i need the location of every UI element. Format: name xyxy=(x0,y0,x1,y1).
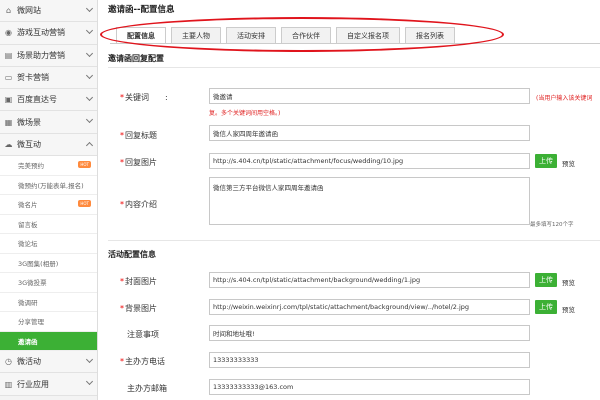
preview-link[interactable]: 预览 xyxy=(562,158,575,168)
section-divider xyxy=(108,240,600,241)
sidebar-item-label: 微网站 xyxy=(17,6,41,16)
tab-bar: 配置信息 主要人物 活动安排 合作伙伴 自定义报名项 报名列表 xyxy=(116,27,460,43)
sidebar-subitem-perfect-booking[interactable]: 完美预约 HOT xyxy=(0,156,97,176)
chevron-down-icon xyxy=(85,49,94,57)
reply-section-title: 邀请函回复配置 xyxy=(108,54,164,63)
chevron-down-icon xyxy=(85,71,94,79)
sidebar: ⌂ 微网站 ◉ 游戏互动营销 ▤ 场景助力营销 ▭ 贺卡营销 ▣ 百度直达号 ▦… xyxy=(0,0,98,400)
chevron-down-icon xyxy=(85,356,94,364)
card-icon: ▭ xyxy=(4,73,13,83)
sidebar-item-label: 场景助力营销 xyxy=(17,50,65,60)
sidebar-subitem-album[interactable]: 3G图集(相册) xyxy=(0,253,97,274)
tab-partners[interactable]: 合作伙伴 xyxy=(281,27,331,43)
sidebar-item-baidu[interactable]: ▣ 百度直达号 xyxy=(0,89,97,112)
upload-button[interactable]: 上传 xyxy=(535,273,557,287)
sidebar-subitem-share[interactable]: 分享管理 xyxy=(0,312,97,332)
chevron-down-icon xyxy=(85,27,94,35)
scene-grid-icon: ▦ xyxy=(4,117,13,127)
chevron-down-icon xyxy=(85,378,94,386)
sidebar-subitem-message-board[interactable]: 留言板 xyxy=(0,214,97,235)
reply-image-label: *回复图片 xyxy=(120,158,157,167)
preview-link[interactable]: 预览 xyxy=(562,304,575,314)
sidebar-item-label: 游戏互动营销 xyxy=(17,28,65,38)
tab-signup-list[interactable]: 报名列表 xyxy=(405,27,455,43)
chevron-down-icon xyxy=(85,116,94,124)
sidebar-subitem-survey[interactable]: 微调研 xyxy=(0,292,97,313)
section-divider xyxy=(108,67,600,68)
sidebar-item-card-marketing[interactable]: ▭ 贺卡营销 xyxy=(0,66,97,90)
sidebar-subitem-business-card[interactable]: 微名片 HOT xyxy=(0,195,97,215)
sidebar-item-game-marketing[interactable]: ◉ 游戏互动营销 xyxy=(0,22,97,45)
scene-icon: ▤ xyxy=(4,50,13,60)
host-email-label: 主办方邮箱 xyxy=(127,384,167,393)
sidebar-item-scene-marketing[interactable]: ▤ 场景助力营销 xyxy=(0,44,97,67)
tab-people[interactable]: 主要人物 xyxy=(171,27,221,43)
notes-label: 注意事项 xyxy=(127,330,159,339)
sidebar-item-industry[interactable]: ▥ 行业应用 xyxy=(0,373,97,396)
host-phone-input[interactable]: 13333333333 xyxy=(209,352,530,368)
sidebar-item-label: 行业应用 xyxy=(17,379,49,389)
sidebar-item-micro-interaction[interactable]: ☁ 微互动 xyxy=(0,133,97,157)
sidebar-item-label: 微互动 xyxy=(17,139,41,149)
main-content: 邀请函--配置信息 配置信息 主要人物 活动安排 合作伙伴 自定义报名项 报名列… xyxy=(100,0,600,400)
home-icon: ⌂ xyxy=(5,6,12,16)
intro-label: *内容介绍 xyxy=(120,200,157,209)
keyword-input[interactable]: 微邀请 xyxy=(209,88,530,104)
upload-button[interactable]: 上传 xyxy=(535,154,557,168)
tab-custom-fields[interactable]: 自定义报名项 xyxy=(336,27,400,43)
chat-icon: ☁ xyxy=(4,139,13,149)
activity-section-title: 活动配置信息 xyxy=(108,250,156,259)
sidebar-item-label: 贺卡营销 xyxy=(17,73,49,83)
background-image-input[interactable]: http://weixin.weixinrj.com/tpl/static/at… xyxy=(209,299,530,315)
host-phone-label: *主办方电话 xyxy=(120,357,165,366)
sidebar-item-label: 微活动 xyxy=(17,357,41,367)
reply-title-input[interactable]: 微信人家四周年邀请函 xyxy=(209,125,530,141)
keyword-hint-line2: 复。多个关键词间用空格。) xyxy=(209,110,281,117)
upload-button[interactable]: 上传 xyxy=(535,300,557,314)
sidebar-subitem-forum[interactable]: 微论坛 xyxy=(0,234,97,254)
intro-textarea[interactable]: 微信第三方平台微信人家四周年邀请函 xyxy=(209,177,530,225)
keyword-hint: (当用户输入该关键词 xyxy=(536,95,593,102)
baidu-icon: ▣ xyxy=(4,95,13,105)
keyword-label: *关键词: xyxy=(120,93,168,102)
sidebar-item-micro-scene[interactable]: ▦ 微场景 xyxy=(0,111,97,134)
industry-icon: ▥ xyxy=(4,379,13,389)
cover-image-input[interactable]: http://s.404.cn/tpl/static/attachment/ba… xyxy=(209,272,530,288)
preview-link[interactable]: 预览 xyxy=(562,277,575,287)
hot-badge: HOT xyxy=(78,200,91,208)
sidebar-subitem-booking-form[interactable]: 微预约(万能表单,报名) xyxy=(0,175,97,196)
activity-icon: ◷ xyxy=(5,357,12,367)
page-title: 邀请函--配置信息 xyxy=(108,5,175,15)
sidebar-item-label: 百度直达号 xyxy=(17,95,57,105)
chevron-down-icon xyxy=(85,94,94,102)
tab-schedule[interactable]: 活动安排 xyxy=(226,27,276,43)
tab-config[interactable]: 配置信息 xyxy=(116,27,166,43)
sidebar-item-micro-activity[interactable]: ◷ 微活动 xyxy=(0,351,97,374)
hot-badge: HOT xyxy=(78,161,91,169)
cover-image-label: *封面图片 xyxy=(120,277,157,286)
sidebar-subitem-vote[interactable]: 3G微投票 xyxy=(0,273,97,293)
background-image-label: *背景图片 xyxy=(120,304,157,313)
notes-input[interactable]: 时间和地址哦! xyxy=(209,325,530,341)
reply-image-input[interactable]: http://s.404.cn/tpl/static/attachment/fo… xyxy=(209,153,530,169)
host-email-input[interactable]: 13333333333@163.com xyxy=(209,379,530,395)
sidebar-item-label: 微场景 xyxy=(17,117,41,127)
tab-divider xyxy=(110,43,600,44)
intro-maxlen-hint: 最多填写120个字 xyxy=(530,222,574,228)
reply-title-label: *回复标题 xyxy=(120,131,157,140)
sidebar-subitem-invitation[interactable]: 邀请函 xyxy=(0,331,97,352)
sidebar-item-micro-site[interactable]: ⌂ 微网站 xyxy=(0,0,97,23)
gamepad-icon: ◉ xyxy=(5,28,12,38)
chevron-down-icon xyxy=(85,4,94,13)
chevron-up-icon xyxy=(85,141,94,149)
